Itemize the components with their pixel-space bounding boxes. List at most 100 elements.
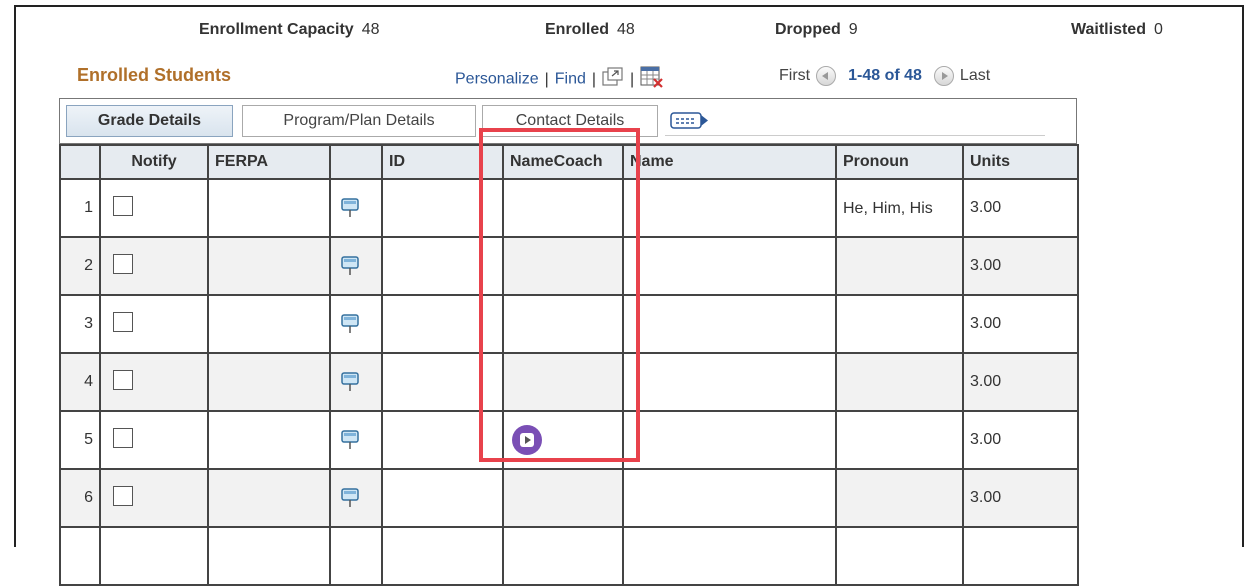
page-range: 1-48 of 48 <box>848 67 922 85</box>
notify-cell <box>99 294 209 354</box>
grid-header: Enrolled Students Personalize | Find | | Fi… <box>59 57 1077 97</box>
table-row <box>59 526 1079 586</box>
photo-cell <box>329 526 383 586</box>
student-pin-icon[interactable] <box>339 313 361 335</box>
id-cell <box>381 294 504 354</box>
photo-cell <box>329 352 383 412</box>
photo-cell <box>329 178 383 238</box>
table-header-row: Notify FERPA ID NameCoach Name Pronoun U… <box>59 144 1079 180</box>
id-header[interactable]: ID <box>381 144 504 180</box>
enrolled-value: 48 <box>617 21 635 38</box>
ferpa-cell <box>207 294 331 354</box>
tab-divider <box>665 135 1045 136</box>
photo-cell <box>329 468 383 528</box>
row-number: 2 <box>59 236 101 296</box>
play-icon[interactable] <box>512 425 542 455</box>
units-header[interactable]: Units <box>962 144 1079 180</box>
student-pin-icon[interactable] <box>339 255 361 277</box>
id-cell <box>381 526 504 586</box>
ferpa-cell <box>207 410 331 470</box>
pager: First 1-48 of 48 Last <box>779 66 990 86</box>
row-number: 5 <box>59 410 101 470</box>
show-columns-icon[interactable] <box>670 111 710 136</box>
first-link[interactable]: First <box>779 67 810 84</box>
name-header[interactable]: Name <box>622 144 837 180</box>
table-row: 5 3.00 <box>59 410 1079 470</box>
notify-cell <box>99 352 209 412</box>
namecoach-cell <box>502 294 624 354</box>
table-row: 4 3.00 <box>59 352 1079 412</box>
notify-checkbox[interactable] <box>113 485 133 506</box>
ferpa-cell <box>207 178 331 238</box>
name-cell <box>622 468 837 528</box>
dropped-value: 9 <box>848 21 858 38</box>
name-cell <box>622 294 837 354</box>
notify-cell <box>99 410 209 470</box>
tab-program-plan-details[interactable]: Program/Plan Details <box>242 105 476 137</box>
last-link[interactable]: Last <box>960 67 990 84</box>
notify-checkbox[interactable] <box>113 195 133 216</box>
enrolled-stat: Enrolled 48 <box>545 21 635 39</box>
table-row: 1 He, Him, His 3.00 <box>59 178 1079 238</box>
id-cell <box>381 178 504 238</box>
pronoun-cell <box>835 468 964 528</box>
enrolled-students-table: Notify FERPA ID NameCoach Name Pronoun U… <box>59 144 1079 586</box>
row-number-header <box>59 144 101 180</box>
spreadsheet-download-icon[interactable] <box>640 66 664 93</box>
notify-checkbox[interactable] <box>113 311 133 332</box>
tab-contact-details[interactable]: Contact Details <box>482 105 658 137</box>
units-cell: 3.00 <box>962 294 1079 354</box>
enrollment-capacity-stat: Enrollment Capacity 48 <box>199 21 380 39</box>
photo-header <box>329 144 383 180</box>
pronoun-cell <box>835 410 964 470</box>
link-separator: | <box>630 70 635 88</box>
enrollment-capacity-label: Enrollment Capacity <box>199 21 354 38</box>
id-cell <box>381 410 504 470</box>
name-cell <box>622 178 837 238</box>
photo-cell <box>329 410 383 470</box>
previous-icon[interactable] <box>816 66 837 86</box>
notify-checkbox[interactable] <box>113 427 133 448</box>
pronoun-header[interactable]: Pronoun <box>835 144 964 180</box>
row-number: 4 <box>59 352 101 412</box>
dropped-label: Dropped <box>775 21 841 38</box>
pronoun-cell <box>835 352 964 412</box>
waitlisted-stat: Waitlisted 0 <box>1071 21 1163 39</box>
namecoach-cell <box>502 236 624 296</box>
pronoun-cell <box>835 236 964 296</box>
name-cell <box>622 526 837 586</box>
ferpa-cell <box>207 352 331 412</box>
student-pin-icon[interactable] <box>339 371 361 393</box>
tab-grade-details[interactable]: Grade Details <box>66 105 233 137</box>
row-number: 6 <box>59 468 101 528</box>
student-pin-icon[interactable] <box>339 429 361 451</box>
next-icon[interactable] <box>933 66 954 86</box>
waitlisted-label: Waitlisted <box>1071 21 1146 38</box>
id-cell <box>381 468 504 528</box>
ferpa-header[interactable]: FERPA <box>207 144 331 180</box>
notify-cell <box>99 526 209 586</box>
namecoach-header[interactable]: NameCoach <box>502 144 624 180</box>
ferpa-cell <box>207 468 331 528</box>
enrollment-capacity-value: 48 <box>361 21 380 38</box>
row-number: 3 <box>59 294 101 354</box>
link-separator: | <box>544 70 549 88</box>
link-separator: | <box>591 70 597 88</box>
find-link[interactable]: Find <box>555 71 586 88</box>
row-number <box>59 526 101 586</box>
notify-checkbox[interactable] <box>113 369 133 390</box>
notify-header[interactable]: Notify <box>99 144 209 180</box>
notify-cell <box>99 178 209 238</box>
grid-title: Enrolled Students <box>77 65 232 85</box>
notify-checkbox[interactable] <box>113 253 133 274</box>
tab-bar: Grade Details Program/Plan Details Conta… <box>59 98 1077 144</box>
new-window-icon[interactable] <box>602 67 624 92</box>
notify-cell <box>99 236 209 296</box>
personalize-link[interactable]: Personalize <box>455 71 539 88</box>
ferpa-cell <box>207 236 331 296</box>
units-cell: 3.00 <box>962 178 1079 238</box>
student-pin-icon[interactable] <box>339 487 361 509</box>
student-pin-icon[interactable] <box>339 197 361 219</box>
enrolled-label: Enrolled <box>545 21 610 38</box>
id-cell <box>381 236 504 296</box>
